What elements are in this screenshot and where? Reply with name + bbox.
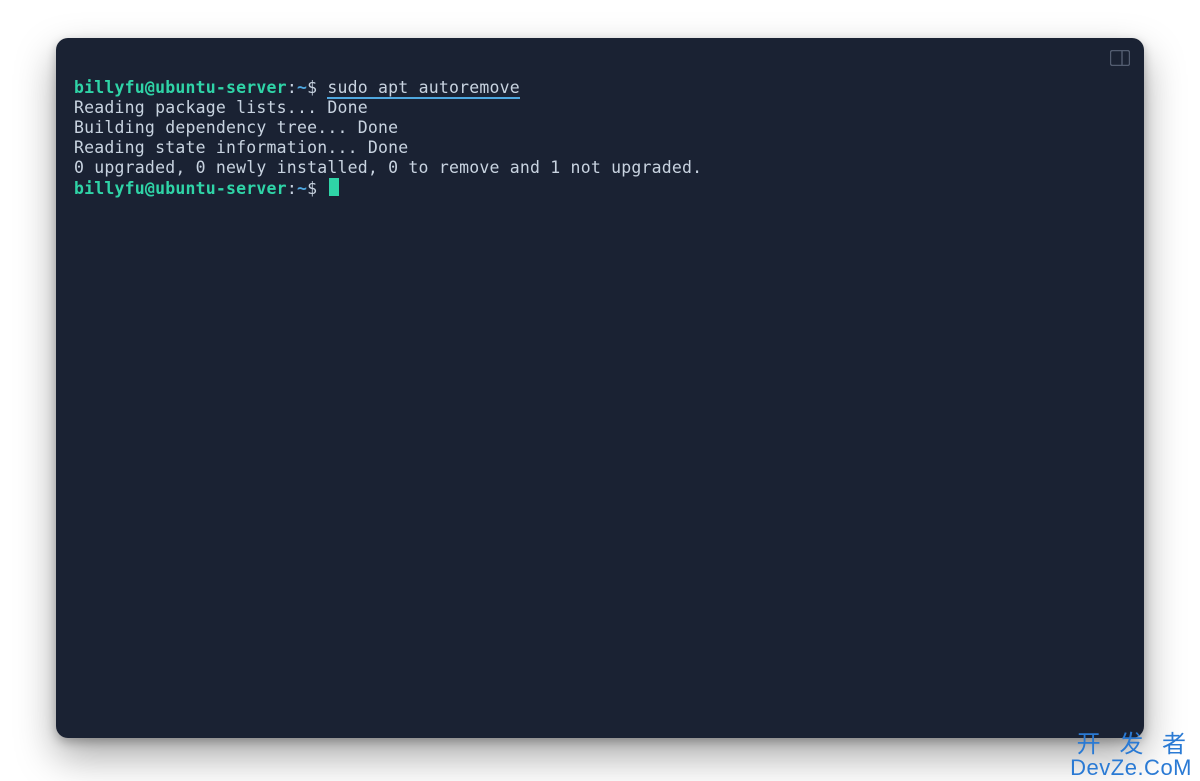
prompt-symbol: $ [307, 78, 317, 97]
prompt-symbol: $ [307, 179, 317, 198]
prompt-separator: : [287, 78, 297, 97]
output-line: 0 upgraded, 0 newly installed, 0 to remo… [74, 158, 702, 177]
titlebar [56, 38, 1144, 74]
output-line: Reading package lists... [74, 98, 327, 117]
prompt-path: ~ [297, 179, 307, 198]
output-status: Done [368, 138, 409, 157]
output-status: Done [327, 98, 368, 117]
command-text: sudo apt autoremove [327, 78, 520, 99]
output-line: Reading state information... [74, 138, 368, 157]
prompt-user-host: billyfu@ubuntu-server [74, 179, 287, 198]
prompt-path: ~ [297, 78, 307, 97]
terminal-window: billyfu@ubuntu-server:~$ sudo apt autore… [56, 38, 1144, 738]
split-pane-icon[interactable] [1110, 50, 1130, 66]
terminal-output[interactable]: billyfu@ubuntu-server:~$ sudo apt autore… [74, 78, 1126, 724]
output-line: Building dependency tree... [74, 118, 358, 137]
prompt-separator: : [287, 179, 297, 198]
prompt-user-host: billyfu@ubuntu-server [74, 78, 287, 97]
cursor-icon [329, 178, 339, 196]
watermark-line2: DevZe.CoM [1070, 757, 1192, 779]
output-status: Done [358, 118, 399, 137]
watermark: 开 发 者 DevZe.CoM [1070, 733, 1192, 779]
